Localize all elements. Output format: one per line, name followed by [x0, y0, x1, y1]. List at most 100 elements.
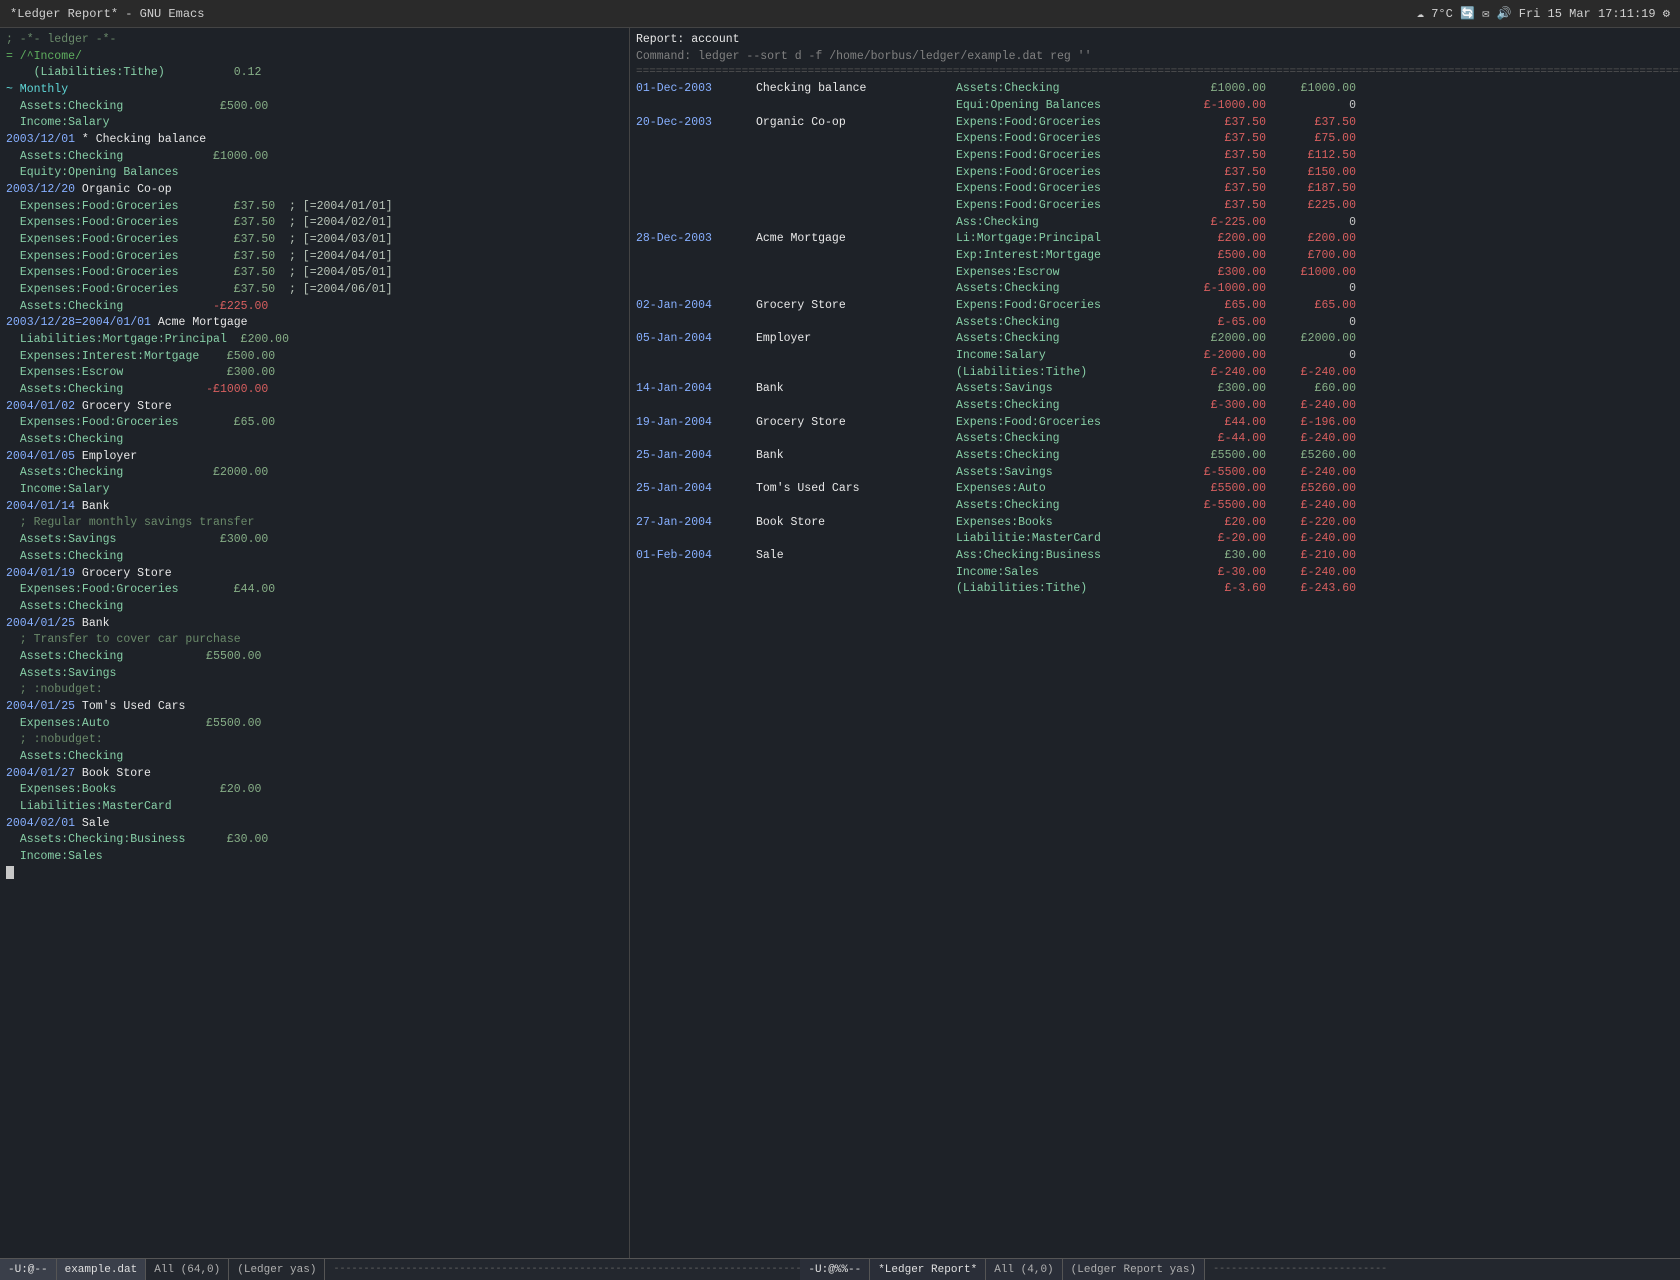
- left-line: Income:Sales: [6, 849, 623, 866]
- left-line: Expenses:Books £20.00: [6, 782, 623, 799]
- left-line: Assets:Checking: [6, 549, 623, 566]
- main-area: ; -*- ledger -*-= /^Income/ (Liabilities…: [0, 28, 1680, 1258]
- left-line: Expenses:Escrow £300.00: [6, 365, 623, 382]
- left-line: Income:Salary: [6, 115, 623, 132]
- left-line: Expenses:Interest:Mortgage £500.00: [6, 349, 623, 366]
- status-left-filename: example.dat: [57, 1259, 147, 1280]
- left-line: Liabilities:MasterCard: [6, 799, 623, 816]
- left-line: Expenses:Food:Groceries £37.50 ; [=2004/…: [6, 265, 623, 282]
- report-line: 25-Jan-2004 Tom's Used Cars Expenses:Aut…: [636, 481, 1674, 498]
- report-line: Exp:Interest:Mortgage £500.00 £700.00: [636, 248, 1674, 265]
- report-line: 20-Dec-2003 Organic Co-op Expens:Food:Gr…: [636, 115, 1674, 132]
- report-entries: 01-Dec-2003 Checking balance Assets:Chec…: [636, 81, 1674, 598]
- report-line: Equi:Opening Balances £-1000.00 0: [636, 98, 1674, 115]
- left-line: Expenses:Food:Groceries £44.00: [6, 582, 623, 599]
- report-line: Assets:Checking £-65.00 0: [636, 315, 1674, 332]
- status-right-info: All (4,0): [986, 1259, 1062, 1280]
- status-left-mode: -U:@--: [0, 1259, 57, 1280]
- left-line: Expenses:Auto £5500.00: [6, 716, 623, 733]
- left-line: ; Regular monthly savings transfer: [6, 515, 623, 532]
- status-right-mode2: (Ledger Report yas): [1063, 1259, 1205, 1280]
- report-line: 14-Jan-2004 Bank Assets:Savings £300.00 …: [636, 381, 1674, 398]
- left-line: 2004/01/19 Grocery Store: [6, 566, 623, 583]
- report-line: Income:Sales £-30.00 £-240.00: [636, 565, 1674, 582]
- report-line: Expens:Food:Groceries £37.50 £187.50: [636, 181, 1674, 198]
- left-line: 2004/01/05 Employer: [6, 449, 623, 466]
- status-fill-left: ----------------------------------------…: [325, 1264, 800, 1275]
- left-line: Income:Salary: [6, 482, 623, 499]
- left-line: 2003/12/01 * Checking balance: [6, 132, 623, 149]
- left-editor-pane[interactable]: ; -*- ledger -*-= /^Income/ (Liabilities…: [0, 28, 630, 1258]
- status-right-filename: *Ledger Report*: [870, 1259, 986, 1280]
- report-line: Assets:Checking £-1000.00 0: [636, 281, 1674, 298]
- status-right-mode: -U:@%%--: [800, 1259, 870, 1280]
- left-line: Assets:Savings: [6, 666, 623, 683]
- report-line: 25-Jan-2004 Bank Assets:Checking £5500.0…: [636, 448, 1674, 465]
- titlebar-title: *Ledger Report* - GNU Emacs: [10, 7, 204, 21]
- report-line: 01-Dec-2003 Checking balance Assets:Chec…: [636, 81, 1674, 98]
- left-line: Equity:Opening Balances: [6, 165, 623, 182]
- left-line: Expenses:Food:Groceries £37.50 ; [=2004/…: [6, 282, 623, 299]
- left-line: ; :nobudget:: [6, 682, 623, 699]
- left-line: Assets:Savings £300.00: [6, 532, 623, 549]
- left-line: 2004/01/14 Bank: [6, 499, 623, 516]
- report-line: Income:Salary £-2000.00 0: [636, 348, 1674, 365]
- report-line: 05-Jan-2004 Employer Assets:Checking £20…: [636, 331, 1674, 348]
- left-line: 2003/12/28=2004/01/01 Acme Mortgage: [6, 315, 623, 332]
- left-line: 2004/01/25 Tom's Used Cars: [6, 699, 623, 716]
- left-line: Assets:Checking: [6, 599, 623, 616]
- left-line: Assets:Checking:Business £30.00: [6, 832, 623, 849]
- left-line: 2004/01/02 Grocery Store: [6, 399, 623, 416]
- report-line: 01-Feb-2004 Sale Ass:Checking:Business £…: [636, 548, 1674, 565]
- left-line: 2004/01/25 Bank: [6, 616, 623, 633]
- report-title-line: Report: account: [636, 32, 1674, 49]
- left-line: 2004/01/27 Book Store: [6, 766, 623, 783]
- report-line: Liabilitie:MasterCard £-20.00 £-240.00: [636, 531, 1674, 548]
- left-line: ; :nobudget:: [6, 732, 623, 749]
- report-command-line: Command: ledger --sort d -f /home/borbus…: [636, 49, 1674, 66]
- status-left-mode2: (Ledger yas): [229, 1259, 325, 1280]
- left-line: ; -*- ledger -*-: [6, 32, 623, 49]
- left-line: = /^Income/: [6, 49, 623, 66]
- status-left-info: All (64,0): [146, 1259, 229, 1280]
- left-line: 2004/02/01 Sale: [6, 816, 623, 833]
- left-line: Assets:Checking £2000.00: [6, 465, 623, 482]
- left-line: (Liabilities:Tithe) 0.12: [6, 65, 623, 82]
- report-line: Assets:Checking £-44.00 £-240.00: [636, 431, 1674, 448]
- left-line: Assets:Checking £500.00: [6, 99, 623, 116]
- left-line: ~ Monthly: [6, 82, 623, 99]
- report-line: (Liabilities:Tithe) £-3.60 £-243.60: [636, 581, 1674, 598]
- report-line: Assets:Savings £-5500.00 £-240.00: [636, 465, 1674, 482]
- left-line: Liabilities:Mortgage:Principal £200.00: [6, 332, 623, 349]
- report-line: (Liabilities:Tithe) £-240.00 £-240.00: [636, 365, 1674, 382]
- status-fill-right: -----------------------------: [1205, 1264, 1680, 1275]
- left-line: Expenses:Food:Groceries £37.50 ; [=2004/…: [6, 232, 623, 249]
- report-line: 02-Jan-2004 Grocery Store Expens:Food:Gr…: [636, 298, 1674, 315]
- report-line: Assets:Checking £-300.00 £-240.00: [636, 398, 1674, 415]
- statusbar: -U:@-- example.dat All (64,0) (Ledger ya…: [0, 1258, 1680, 1280]
- left-line: Assets:Checking: [6, 749, 623, 766]
- titlebar-right: ☁ 7°C 🔄 ✉ 🔊 Fri 15 Mar 17:11:19 ⚙: [1417, 6, 1670, 21]
- report-line: Ass:Checking £-225.00 0: [636, 215, 1674, 232]
- left-line: 2003/12/20 Organic Co-op: [6, 182, 623, 199]
- left-line: Expenses:Food:Groceries £37.50 ; [=2004/…: [6, 199, 623, 216]
- titlebar: *Ledger Report* - GNU Emacs ☁ 7°C 🔄 ✉ 🔊 …: [0, 0, 1680, 28]
- report-line: 28-Dec-2003 Acme Mortgage Li:Mortgage:Pr…: [636, 231, 1674, 248]
- left-line: [6, 866, 623, 883]
- report-separator: ========================================…: [636, 65, 1674, 81]
- left-line: Expenses:Food:Groceries £65.00: [6, 415, 623, 432]
- report-line: Expens:Food:Groceries £37.50 £150.00: [636, 165, 1674, 182]
- report-line: Expens:Food:Groceries £37.50 £75.00: [636, 131, 1674, 148]
- left-line: ; Transfer to cover car purchase: [6, 632, 623, 649]
- report-line: Assets:Checking £-5500.00 £-240.00: [636, 498, 1674, 515]
- left-line: Assets:Checking £5500.00: [6, 649, 623, 666]
- report-line: 19-Jan-2004 Grocery Store Expens:Food:Gr…: [636, 415, 1674, 432]
- report-header: Report: account Command: ledger --sort d…: [636, 32, 1674, 81]
- left-line: Assets:Checking -£225.00: [6, 299, 623, 316]
- right-report-pane[interactable]: Report: account Command: ledger --sort d…: [630, 28, 1680, 1258]
- left-line: Assets:Checking: [6, 432, 623, 449]
- left-line: Assets:Checking £1000.00: [6, 149, 623, 166]
- report-line: Expens:Food:Groceries £37.50 £112.50: [636, 148, 1674, 165]
- left-line: Expenses:Food:Groceries £37.50 ; [=2004/…: [6, 249, 623, 266]
- left-content: ; -*- ledger -*-= /^Income/ (Liabilities…: [6, 32, 623, 882]
